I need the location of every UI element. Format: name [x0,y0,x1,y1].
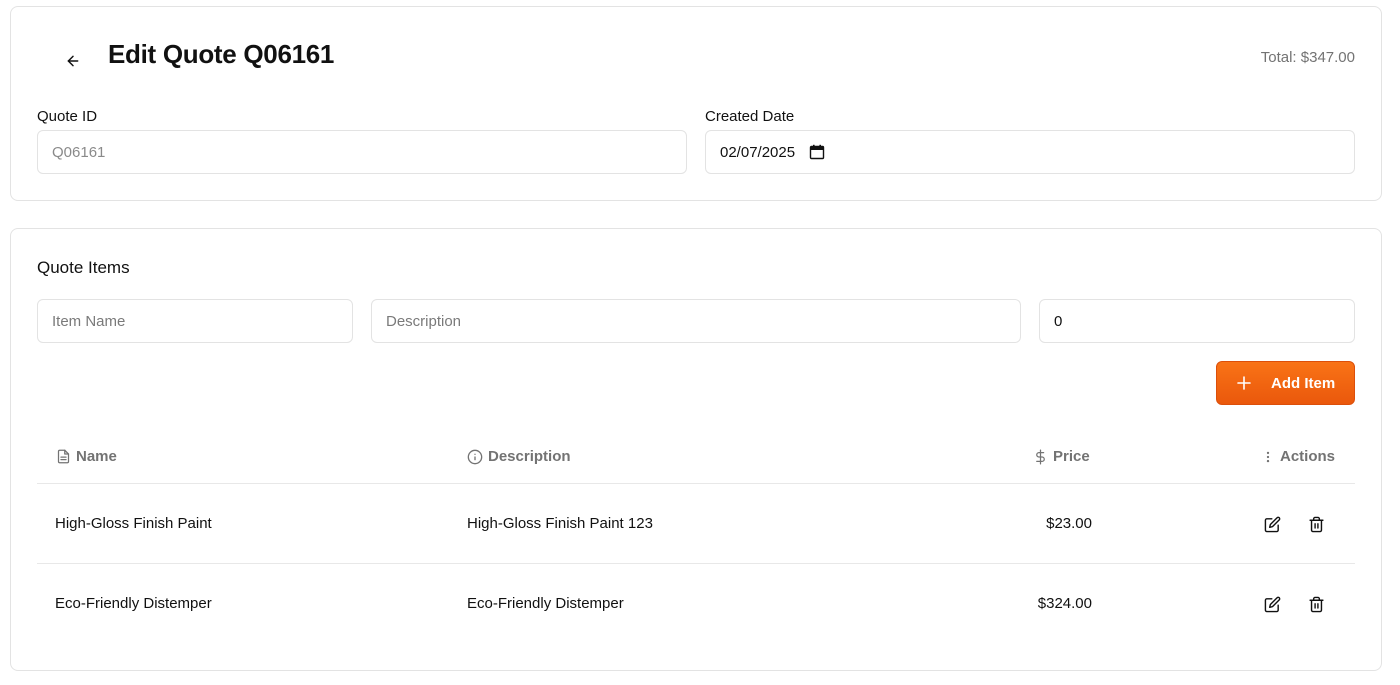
created-date-input[interactable]: 02/07/2025 [705,130,1355,174]
row-price: $324.00 [1037,595,1092,612]
info-icon [467,449,483,464]
created-date-value: 02/07/2025 [720,143,796,161]
column-header-price[interactable]: Price [1033,448,1090,465]
arrow-left-icon [67,55,79,67]
add-item-label: Add Item [1271,374,1336,392]
page-title: Edit Quote Q06161 [108,39,335,69]
item-name-input[interactable] [37,299,353,343]
quote-header-card: Edit Quote Q06161 Total: $347.00 Quote I… [10,6,1382,201]
quote-items-card: Quote Items Add Item Name Description Pr… [10,228,1382,671]
created-date-label: Created Date [705,108,795,125]
edit-icon [1264,516,1280,532]
trash-icon [1308,516,1324,532]
edit-button[interactable] [1259,591,1285,617]
add-item-button[interactable]: Add Item [1216,361,1355,405]
column-header-price-label: Price [1053,448,1090,465]
delete-button[interactable] [1303,591,1329,617]
delete-button[interactable] [1303,511,1329,537]
row-name: Eco-Friendly Distemper [55,595,212,612]
column-header-actions: Actions [1261,448,1335,465]
row-description: High-Gloss Finish Paint 123 [467,515,653,532]
row-price: $23.00 [1046,515,1092,532]
file-text-icon [57,449,70,464]
back-button[interactable] [53,41,93,81]
dollar-icon [1036,449,1045,464]
trash-icon [1308,596,1324,612]
calendar-icon[interactable] [809,144,825,160]
table-divider [37,483,1355,484]
table-divider [37,563,1355,564]
row-name: High-Gloss Finish Paint [55,515,212,532]
quote-id-label: Quote ID [37,108,98,125]
more-vertical-icon [1266,451,1270,462]
quote-id-input[interactable] [37,130,687,174]
column-header-description[interactable]: Description [467,448,571,465]
edit-icon [1264,596,1280,612]
plus-icon [1237,376,1253,390]
section-title: Quote Items [37,258,130,277]
column-header-name[interactable]: Name [56,448,117,465]
column-header-name-label: Name [76,448,117,465]
row-description: Eco-Friendly Distemper [467,595,624,612]
column-header-actions-label: Actions [1280,448,1336,465]
edit-button[interactable] [1259,511,1285,537]
item-description-input[interactable] [371,299,1021,343]
column-header-description-label: Description [488,448,571,465]
item-price-input[interactable] [1039,299,1355,343]
quote-total: Total: $347.00 [1260,49,1355,66]
